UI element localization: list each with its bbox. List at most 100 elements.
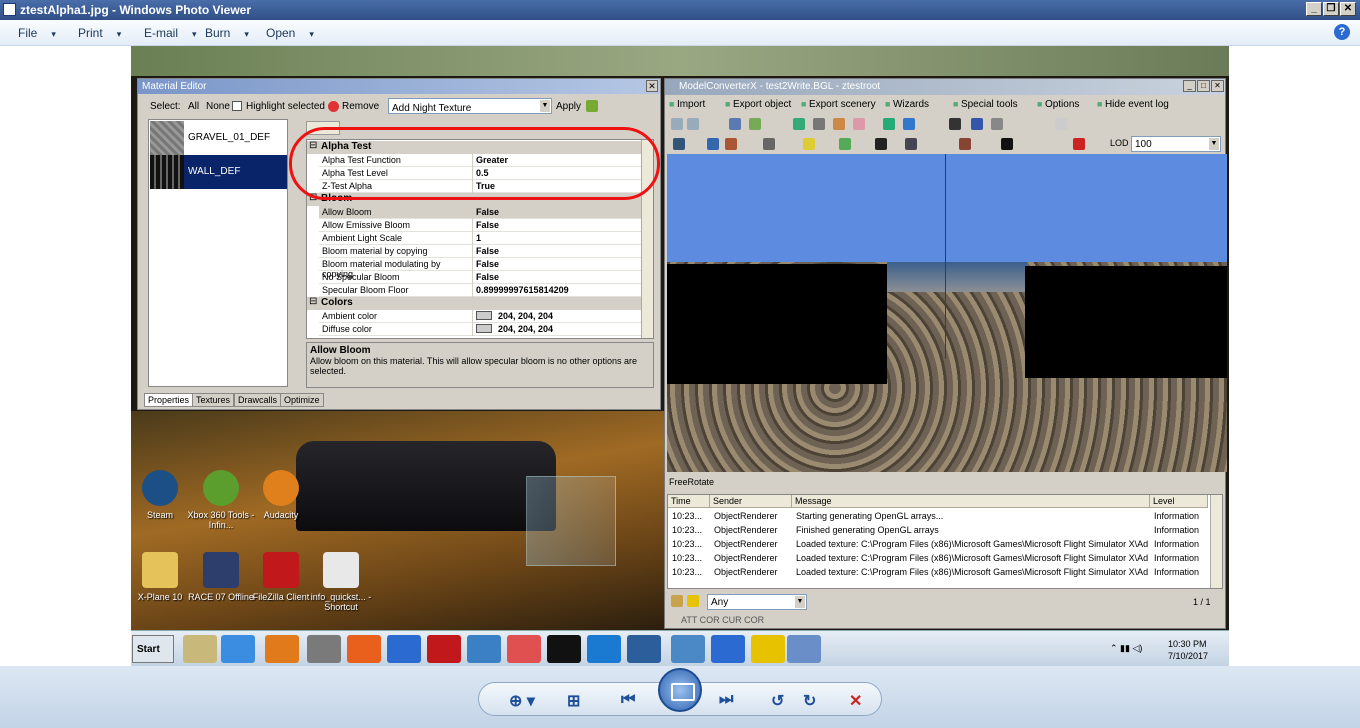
grid-icon[interactable]: [793, 118, 805, 130]
log-header-level[interactable]: Level: [1150, 495, 1208, 508]
prop-ambient-light-scale[interactable]: Ambient Light Scale 1: [319, 232, 641, 245]
log-row[interactable]: 10:23... ObjectRenderer Loaded texture: C:…: [668, 552, 1208, 565]
previous-button[interactable]: ⏮: [621, 691, 635, 709]
taskbar-app-help-icon[interactable]: [751, 635, 785, 663]
fit-view-icon[interactable]: [673, 138, 685, 150]
tray-icons[interactable]: ⌃ ▮▮ ◁): [1110, 643, 1142, 654]
menu-burn[interactable]: Burn: [205, 26, 249, 40]
mcx-close-button[interactable]: ✕: [1211, 80, 1224, 92]
log-row[interactable]: 10:23... ObjectRenderer Loaded texture: C:…: [668, 566, 1208, 579]
import-menu[interactable]: Import: [669, 99, 705, 110]
clock-time[interactable]: 10:30 PM: [1168, 639, 1207, 649]
rotate-right-button[interactable]: ↻: [803, 691, 816, 711]
tab-properties[interactable]: Properties: [144, 393, 194, 407]
render-icon[interactable]: [1073, 138, 1085, 150]
back-icon[interactable]: [671, 118, 683, 130]
minimize-button[interactable]: _: [1306, 2, 1322, 16]
log-scrollbar[interactable]: [1210, 495, 1222, 588]
log-header-sender[interactable]: Sender: [710, 495, 792, 508]
material-editor-close-button[interactable]: ✕: [646, 80, 658, 92]
log-header-time[interactable]: Time: [668, 495, 710, 508]
taskbar-app-obs-icon[interactable]: [547, 635, 581, 663]
texture-icon[interactable]: [813, 118, 825, 130]
3d-viewport[interactable]: [667, 154, 1227, 472]
menu-print[interactable]: Print: [78, 26, 121, 40]
menu-email[interactable]: E-mail: [144, 26, 197, 40]
grid-toggle-icon[interactable]: [707, 138, 719, 150]
taskbar-app-maya-icon[interactable]: [627, 635, 661, 663]
night-texture-dropdown[interactable]: Add Night Texture ▼: [388, 98, 552, 114]
log-row[interactable]: 10:23... ObjectRenderer Starting generatin…: [668, 510, 1208, 523]
export-object-menu[interactable]: Export object: [725, 99, 791, 110]
globe-icon[interactable]: [883, 118, 895, 130]
material-item-gravel[interactable]: GRAVEL_01_DEF: [150, 121, 287, 155]
filter-note-icon[interactable]: [671, 595, 683, 607]
taskbar-app-ccleaner-icon[interactable]: [507, 635, 541, 663]
apply-button[interactable]: Apply: [556, 101, 581, 112]
window-icon[interactable]: [991, 118, 1003, 130]
tree-icon[interactable]: [749, 118, 761, 130]
zoom-button[interactable]: ⊕ ▾: [509, 691, 535, 711]
mcx-minimize-button[interactable]: _: [1183, 80, 1196, 92]
next-button[interactable]: ⏭: [719, 691, 733, 709]
taskbar-app-python2-icon[interactable]: [711, 635, 745, 663]
hide-event-log-menu[interactable]: Hide event log: [1097, 99, 1169, 110]
desktop-icon-audacity[interactable]: Audacity: [246, 470, 316, 520]
highlight-checkbox[interactable]: [232, 101, 242, 111]
tab-drawcalls[interactable]: Drawcalls: [234, 393, 282, 407]
prop-specular-bloom-floor[interactable]: Specular Bloom Floor 0.89999997615814209: [319, 284, 641, 297]
prop-ambient-color[interactable]: Ambient color 204, 204, 204: [319, 310, 641, 323]
prop-allow-emissive-bloom[interactable]: Allow Emissive Bloom False: [319, 219, 641, 232]
material-icon[interactable]: [803, 138, 815, 150]
options-menu[interactable]: Options: [1037, 99, 1079, 110]
image-icon[interactable]: [853, 118, 865, 130]
prop-bloom-copying[interactable]: Bloom material by copying False: [319, 245, 641, 258]
zoom-icon[interactable]: [729, 118, 741, 130]
start-button[interactable]: Start: [132, 635, 174, 663]
material-item-wall-selected[interactable]: WALL_DEF: [150, 155, 287, 189]
forward-icon[interactable]: [687, 118, 699, 130]
mcx-maximize-button[interactable]: □: [1197, 80, 1210, 92]
taskbar-app-editor-icon[interactable]: [467, 635, 501, 663]
wireframe-icon[interactable]: [725, 138, 737, 150]
taskbar-app-python-icon[interactable]: [671, 635, 705, 663]
menu-open[interactable]: Open: [266, 26, 314, 40]
wizards-menu[interactable]: Wizards: [885, 99, 929, 110]
filter-brush-icon[interactable]: [687, 595, 699, 607]
refresh-icon[interactable]: [1055, 118, 1067, 130]
log-level-filter[interactable]: Any ▼: [707, 594, 807, 610]
prop-allow-bloom[interactable]: Allow Bloom False: [319, 206, 641, 219]
tab-optimize[interactable]: Optimize: [280, 393, 324, 407]
delete-button[interactable]: ✕: [849, 691, 862, 711]
taskbar-app-blender-icon[interactable]: [265, 635, 299, 663]
actual-size-button[interactable]: ⊞: [567, 691, 580, 711]
taskbar-app-filezilla-icon[interactable]: [427, 635, 461, 663]
terrain-icon[interactable]: [839, 138, 851, 150]
category-colors[interactable]: Colors: [307, 296, 641, 310]
taskbar-app-plane-icon[interactable]: [587, 635, 621, 663]
gear-icon[interactable]: [905, 138, 917, 150]
taskbar-app-mcx-icon[interactable]: [787, 635, 821, 663]
taskbar-app-explorer-icon[interactable]: [183, 635, 217, 663]
log-header-message[interactable]: Message: [792, 495, 1150, 508]
log-row[interactable]: 10:23... ObjectRenderer Loaded texture: C:…: [668, 538, 1208, 551]
checker-icon[interactable]: [1001, 138, 1013, 150]
remove-button[interactable]: Remove: [342, 101, 379, 112]
tab-textures[interactable]: Textures: [192, 393, 235, 407]
special-tools-menu[interactable]: Special tools: [953, 99, 1018, 110]
clock-date[interactable]: 7/10/2017: [1168, 651, 1208, 661]
desktop-icon-info-shortcut[interactable]: info_quickst... - Shortcut: [306, 552, 376, 612]
help-icon[interactable]: ?: [1334, 24, 1350, 40]
taskbar-app-thunderbird-icon[interactable]: [387, 635, 421, 663]
shading-icon[interactable]: [959, 138, 971, 150]
person-icon[interactable]: [949, 118, 961, 130]
select-none-link[interactable]: None: [206, 101, 230, 112]
prop-diffuse-color[interactable]: Diffuse color 204, 204, 204: [319, 323, 641, 336]
export-scenery-menu[interactable]: Export scenery: [801, 99, 876, 110]
rotate-left-button[interactable]: ↺: [771, 691, 784, 711]
taskbar-app-media-icon[interactable]: [221, 635, 255, 663]
monitor-icon[interactable]: [971, 118, 983, 130]
select-all-link[interactable]: All: [188, 101, 199, 112]
camera-icon[interactable]: [833, 118, 845, 130]
maximize-button[interactable]: ❐: [1323, 2, 1339, 16]
